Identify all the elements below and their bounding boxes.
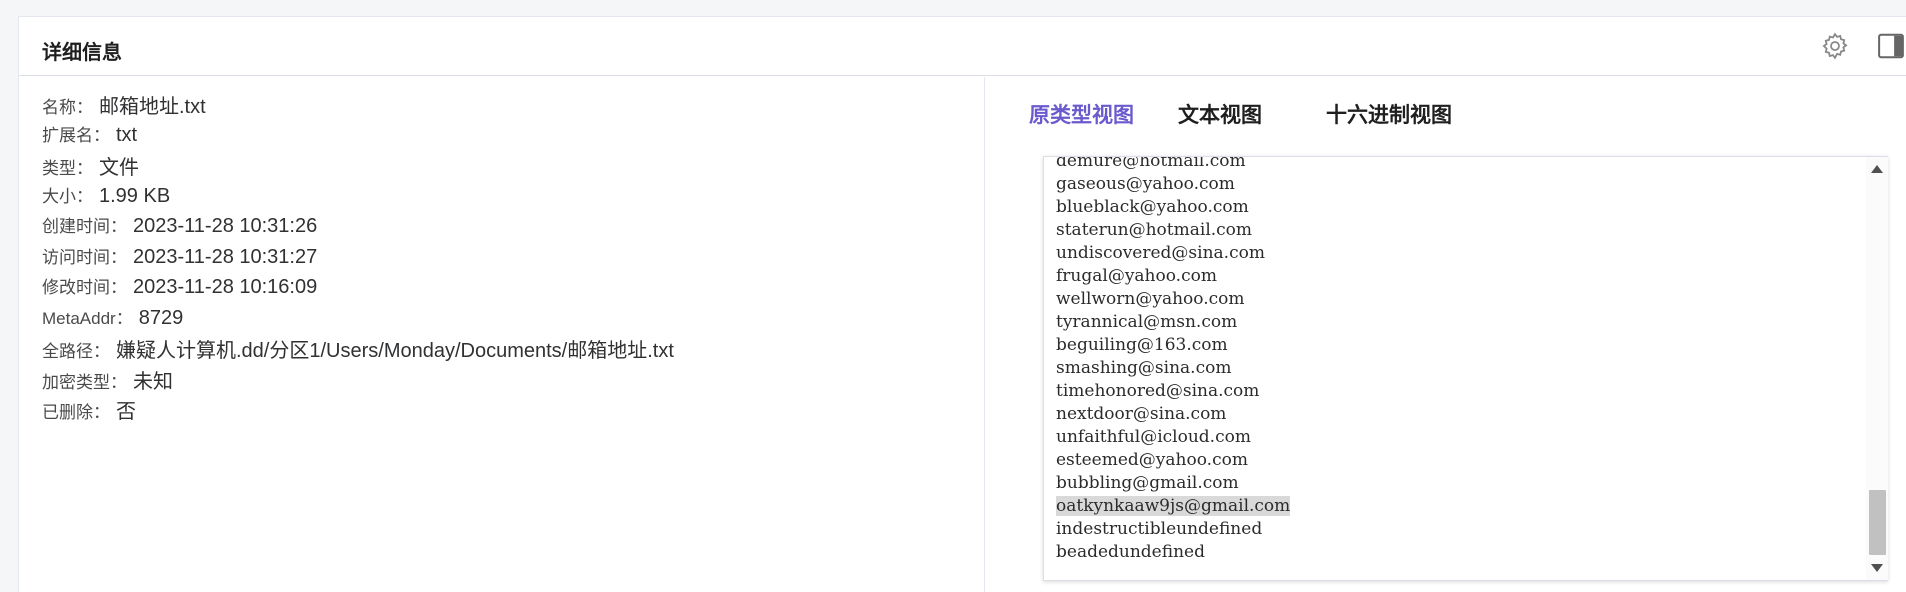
scroll-up-arrow-icon[interactable] bbox=[1871, 165, 1883, 173]
panel-title: 详细信息 bbox=[42, 42, 122, 64]
info-accessed: 访问时间： 2023-11-28 10:31:27 bbox=[42, 243, 317, 269]
file-content-viewer[interactable]: demure@hotmail.com gaseous@yahoo.com blu… bbox=[1043, 156, 1888, 581]
scroll-down-arrow-icon[interactable] bbox=[1871, 564, 1883, 572]
info-encryption: 加密类型： 未知 bbox=[42, 365, 173, 394]
info-value: 否 bbox=[116, 401, 136, 423]
info-value: 8729 bbox=[138, 307, 184, 329]
info-metaaddr: MetaAddr： 8729 bbox=[42, 304, 183, 330]
info-value: txt bbox=[116, 124, 138, 146]
content-line: esteemed@yahoo.com bbox=[1056, 450, 1248, 470]
content-line: wellworn@yahoo.com bbox=[1056, 289, 1245, 309]
content-line: undiscovered@sina.com bbox=[1056, 243, 1265, 263]
info-label: 类型： bbox=[42, 159, 93, 178]
info-size: 大小： 1.99 KB bbox=[42, 182, 170, 208]
info-created: 创建时间： 2023-11-28 10:31:26 bbox=[42, 212, 317, 238]
info-label: MetaAddr： bbox=[42, 309, 133, 328]
info-label: 访问时间： bbox=[42, 248, 127, 267]
content-line: frugal@yahoo.com bbox=[1056, 266, 1217, 286]
info-label: 全路径： bbox=[42, 342, 110, 361]
content-line: gaseous@yahoo.com bbox=[1056, 174, 1235, 194]
info-value: 2023-11-28 10:16:09 bbox=[133, 276, 318, 298]
content-line: indestructibleundefined bbox=[1056, 519, 1263, 539]
info-name: 名称： 邮箱地址.txt bbox=[42, 90, 206, 119]
tab-text-view[interactable]: 文本视图 bbox=[1178, 99, 1262, 129]
info-value: 邮箱地址.txt bbox=[99, 96, 206, 118]
info-label: 已删除： bbox=[42, 403, 110, 422]
info-deleted: 已删除： 否 bbox=[42, 395, 136, 424]
info-label: 创建时间： bbox=[42, 217, 127, 236]
info-fullpath: 全路径： 嫌疑人计算机.dd/分区1/Users/Monday/Documents… bbox=[42, 334, 674, 363]
tab-original-view[interactable]: 原类型视图 bbox=[1029, 99, 1134, 129]
content-line-selected: oatkynkaaw9js@gmail.com bbox=[1056, 496, 1291, 516]
content-line: nextdoor@sina.com bbox=[1056, 404, 1227, 424]
content-line: demure@hotmail.com bbox=[1056, 156, 1246, 171]
panel-header: 详细信息 bbox=[19, 17, 1906, 76]
content-line: beadedundefined bbox=[1056, 542, 1205, 562]
file-info-section: 名称： 邮箱地址.txt 扩展名： txt 类型： 文件 大小： 1.99 KB 创建时… bbox=[19, 77, 985, 592]
info-extension: 扩展名： txt bbox=[42, 121, 137, 147]
content-line: timehonored@sina.com bbox=[1056, 381, 1260, 401]
info-value: 1.99 KB bbox=[99, 185, 171, 207]
content-line: beguiling@163.com bbox=[1056, 335, 1228, 355]
content-line: unfaithful@icloud.com bbox=[1056, 427, 1251, 447]
info-value: 2023-11-28 10:31:27 bbox=[133, 246, 318, 268]
tab-hex-view[interactable]: 十六进制视图 bbox=[1326, 99, 1452, 129]
info-label: 修改时间： bbox=[42, 278, 127, 297]
content-line: blueblack@yahoo.com bbox=[1056, 197, 1249, 217]
info-label: 大小： bbox=[42, 187, 93, 206]
content-line: staterun@hotmail.com bbox=[1056, 220, 1253, 240]
scrollbar-thumb[interactable] bbox=[1869, 490, 1886, 555]
info-value: 2023-11-28 10:31:26 bbox=[133, 215, 318, 237]
info-modified: 修改时间： 2023-11-28 10:16:09 bbox=[42, 273, 317, 299]
info-value: 未知 bbox=[133, 371, 173, 393]
content-line: bubbling@gmail.com bbox=[1056, 473, 1239, 493]
info-value: 文件 bbox=[99, 157, 139, 179]
info-label: 名称： bbox=[42, 98, 93, 117]
info-label: 加密类型： bbox=[42, 373, 127, 392]
content-line: smashing@sina.com bbox=[1056, 358, 1232, 378]
gear-icon[interactable] bbox=[1820, 31, 1850, 61]
info-value: 嫌疑人计算机.dd/分区1/Users/Monday/Documents/邮箱地… bbox=[116, 340, 674, 362]
vertical-scrollbar[interactable] bbox=[1866, 157, 1888, 580]
content-line: tyrannical@msn.com bbox=[1056, 312, 1238, 332]
sidebar-toggle-icon[interactable] bbox=[1876, 31, 1906, 61]
info-type: 类型： 文件 bbox=[42, 151, 139, 180]
info-label: 扩展名： bbox=[42, 126, 110, 145]
